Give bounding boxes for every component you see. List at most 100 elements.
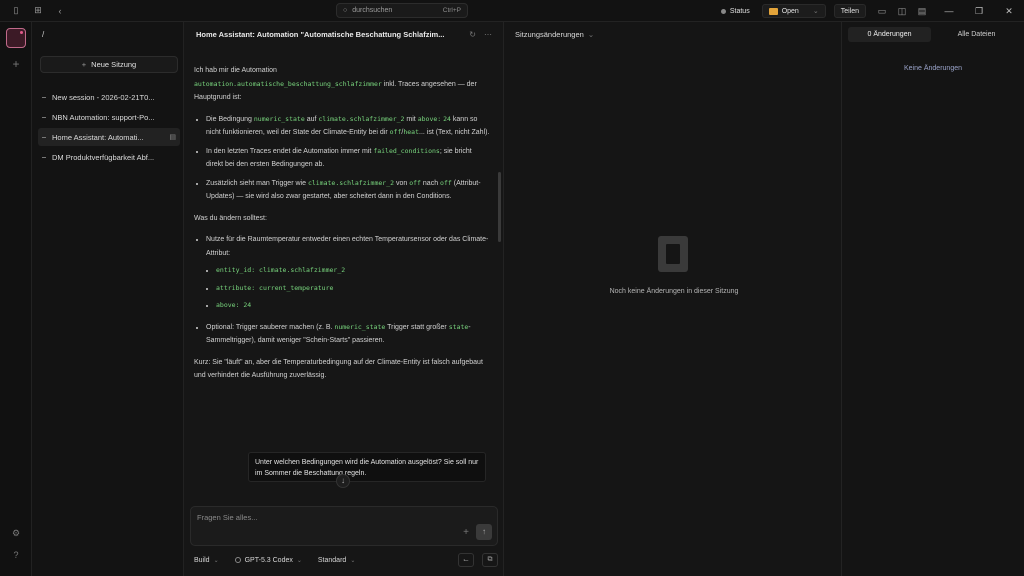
title-bar: ▯ ⊞ ‹ ○ durchsuchen Ctrl+P Status Open ⌄… — [0, 0, 1024, 22]
text: Die Bedingung — [206, 115, 254, 123]
status-button[interactable]: Status — [715, 4, 756, 18]
scrollbar[interactable] — [498, 172, 501, 242]
chevron-down-icon: ⌄ — [587, 30, 595, 39]
assistant-message: Ich hab mir die Automation automation.au… — [194, 64, 490, 391]
inline-code: off — [440, 178, 452, 187]
minimize-button[interactable]: — — [934, 0, 964, 22]
chat-title: Home Assistant: Automation "Automatische… — [196, 29, 445, 39]
session-item[interactable]: NBN Automation: support-Po... — [38, 108, 180, 126]
session-item-active[interactable]: Home Assistant: Automati... ▤ — [38, 128, 180, 146]
inline-code: above: — [417, 114, 442, 123]
text: In den letzten Traces endet die Automati… — [206, 147, 374, 155]
chevron-down-icon: ⌄ — [296, 557, 302, 564]
text: nach — [420, 179, 441, 187]
search-bar[interactable]: ○ durchsuchen Ctrl+P — [336, 3, 468, 18]
findings-list: Die Bedingung numeric_state auf climate.… — [206, 113, 490, 204]
inline-code: climate.schlafzimmer_2 — [318, 114, 405, 123]
files-tabs: 0 Änderungen Alle Dateien — [848, 27, 1018, 42]
new-session-label: Neue Sitzung — [91, 60, 137, 69]
model-label: GPT-5.3 Codex — [244, 556, 293, 564]
folder-icon — [768, 7, 778, 15]
variant-select[interactable]: Standard ⌄ — [318, 557, 355, 564]
archive-icon[interactable]: ▤ — [169, 133, 176, 141]
session-label: NBN Automation: support-Po... — [52, 112, 155, 122]
inline-code: off — [389, 128, 402, 136]
close-button[interactable]: ✕ — [994, 0, 1024, 22]
inline-code: off — [409, 178, 421, 187]
bullet-icon — [42, 116, 46, 118]
layout-icon[interactable]: ⊞ — [32, 5, 44, 17]
search-icon: ○ — [343, 7, 348, 14]
list-item: Zusätzlich sieht man Trigger wie climate… — [206, 177, 490, 204]
session-item[interactable]: New session - 2026-02-21T0... — [38, 88, 180, 106]
bullet-icon — [42, 156, 46, 158]
inline-code: 24 — [443, 114, 451, 123]
text: von — [394, 179, 410, 187]
inline-code: numeric_state — [253, 114, 305, 123]
files-icon[interactable]: ▤ — [916, 5, 928, 17]
text: auf — [304, 115, 319, 123]
text: ... ist (Text, nicht Zahl). — [419, 129, 490, 136]
list-item: Optional: Trigger sauberer machen (z. B.… — [206, 321, 490, 348]
help-icon[interactable]: ? — [10, 550, 22, 562]
back-icon[interactable]: ‹ — [54, 5, 66, 17]
add-project-icon[interactable]: + — [10, 58, 22, 70]
share-label: Teilen — [840, 7, 859, 15]
session-changes-panel: Sitzungsänderungen ⌄ Noch keine Änderung… — [504, 22, 842, 576]
refresh-icon[interactable]: ↻ — [469, 30, 476, 39]
chevron-down-icon: ⌄ — [350, 557, 356, 564]
inline-code: above: 24 — [216, 301, 252, 309]
sidebar-toggle-icon[interactable]: ▯ — [10, 5, 22, 17]
changes-header[interactable]: Sitzungsänderungen ⌄ — [515, 30, 594, 39]
list-item: Die Bedingung numeric_state auf climate.… — [206, 113, 490, 140]
composer-placeholder: Fragen Sie alles... — [197, 513, 258, 522]
panel-toggle-icon[interactable]: ▭ — [876, 5, 888, 17]
list-item: Nutze für die Raumtemperatur entweder ei… — [206, 233, 490, 313]
message-composer[interactable]: Fragen Sie alles... + ↑ — [190, 506, 498, 546]
settings-icon[interactable]: ⚙ — [10, 528, 22, 540]
list-item: In den letzten Traces endet die Automati… — [206, 145, 490, 172]
session-label: DM Produktverfügbarkeit Abf... — [52, 152, 155, 162]
tab-all-files[interactable]: Alle Dateien — [935, 27, 1018, 42]
terminal-icon[interactable]: ⌙ — [458, 553, 474, 567]
inline-code: numeric_state — [334, 322, 386, 331]
maximize-button[interactable]: ❐ — [964, 0, 994, 22]
suggestion-bubble[interactable]: Unter welchen Bedingungen wird die Autom… — [248, 452, 486, 482]
chat-panel: Home Assistant: Automation "Automatische… — [184, 22, 504, 576]
project-rail: + ⚙ ? — [0, 22, 32, 576]
more-icon[interactable]: ⋯ — [484, 30, 492, 39]
text: Trigger statt großer — [385, 323, 449, 331]
inline-code: entity_id: climate.schlafzimmer_2 — [216, 266, 346, 274]
new-session-button[interactable]: + Neue Sitzung — [40, 56, 178, 73]
composer-toolbar: Build ⌄ GPT-5.3 Codex ⌄ Standard ⌄ ⌙ ⧉ — [194, 552, 498, 568]
empty-state-text: Noch keine Änderungen in dieser Sitzung — [609, 288, 739, 295]
status-label: Status — [729, 7, 750, 15]
list-item: entity_id: climate.schlafzimmer_2 — [216, 264, 490, 278]
mode-select[interactable]: Build ⌄ — [194, 557, 219, 564]
chevron-down-icon: ⌄ — [812, 8, 819, 15]
session-label: New session - 2026-02-21T0... — [52, 92, 155, 102]
changes-list: Nutze für die Raumtemperatur entweder ei… — [206, 233, 490, 348]
inline-code: failed_conditions — [373, 146, 440, 155]
share-button[interactable]: Teilen — [833, 4, 866, 18]
model-icon — [234, 557, 241, 563]
project-avatar[interactable] — [6, 28, 26, 48]
mode-label: Build — [194, 556, 210, 564]
open-button[interactable]: Open ⌄ — [761, 4, 826, 18]
model-select[interactable]: GPT-5.3 Codex ⌄ — [234, 556, 302, 564]
status-dot-icon — [720, 8, 726, 14]
attach-icon[interactable]: + — [463, 527, 469, 538]
text: Ich hab mir die Automation — [194, 67, 277, 74]
project-path: / — [42, 30, 45, 39]
list-item: above: 24 — [216, 299, 490, 313]
variant-label: Standard — [317, 556, 347, 564]
chevron-down-icon: ⌄ — [213, 557, 219, 564]
scroll-down-icon[interactable]: ↓ — [336, 474, 350, 488]
session-item[interactable]: DM Produktverfügbarkeit Abf... — [38, 148, 180, 166]
send-button[interactable]: ↑ — [476, 524, 492, 540]
copy-icon[interactable]: ⧉ — [482, 553, 498, 567]
split-view-icon[interactable]: ◫ — [896, 5, 908, 17]
tab-changes[interactable]: 0 Änderungen — [848, 27, 931, 42]
inline-code: state — [448, 322, 469, 331]
inline-code: climate.schlafzimmer_2 — [307, 178, 395, 187]
